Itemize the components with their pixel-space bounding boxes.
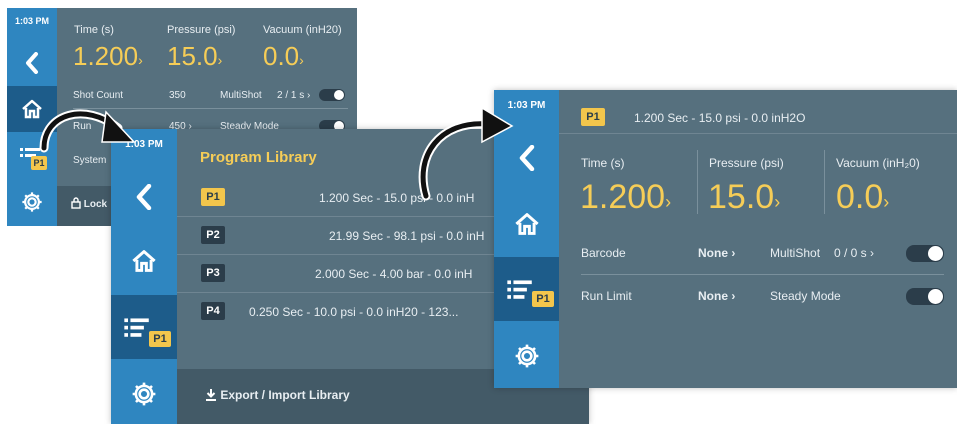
lock-button[interactable]: Lock	[71, 197, 107, 210]
program-tag: P3	[201, 264, 225, 282]
back-arrow-icon	[519, 145, 534, 171]
program-summary: 21.99 Sec - 98.1 psi - 0.0 inH	[329, 229, 485, 243]
program-library-button[interactable]: P1	[494, 257, 559, 321]
pressure-value[interactable]: 15.0›	[167, 41, 222, 72]
time-header: Time (s)	[74, 24, 114, 36]
time-value[interactable]: 1.200›	[73, 41, 143, 72]
shot-count-value: 350	[169, 90, 186, 101]
flow-arrow-icon	[39, 109, 136, 153]
barcode-value[interactable]: None ›	[698, 246, 735, 260]
multishot-toggle[interactable]	[319, 89, 345, 101]
multishot-value[interactable]: 0 / 0 s ›	[834, 246, 874, 260]
run-limit-label: Run Limit	[581, 289, 632, 303]
steady-mode-toggle[interactable]	[906, 288, 944, 305]
vacuum-header: Vacuum (inH₂0)	[836, 156, 920, 170]
program-summary: 0.250 Sec - 10.0 psi - 0.0 inH20 - 123..…	[249, 305, 459, 319]
home-icon	[514, 213, 539, 235]
program-badge: P1	[149, 331, 171, 347]
settings-button[interactable]	[111, 369, 177, 419]
gear-icon	[132, 382, 156, 406]
home-icon	[132, 250, 156, 272]
gear-icon	[515, 344, 538, 368]
back-arrow-icon	[136, 184, 152, 210]
steady-mode-label: Steady Mode	[770, 289, 841, 303]
pressure-value[interactable]: 15.0›	[708, 178, 780, 217]
back-button[interactable]	[111, 169, 177, 225]
program-summary: 1.200 Sec - 15.0 psi - 0.0 inH2O	[634, 111, 806, 125]
pressure-header: Pressure (psi)	[709, 156, 784, 170]
time-header: Time (s)	[581, 156, 625, 170]
flow-arrow-icon	[418, 106, 514, 201]
home-button[interactable]	[111, 233, 177, 289]
program-tag: P1	[201, 188, 225, 206]
multishot-label: MultiShot	[220, 90, 262, 101]
program-library-button[interactable]: P1	[111, 295, 177, 359]
program-badge: P1	[532, 291, 554, 307]
back-button[interactable]	[7, 40, 57, 86]
program-tag: P2	[201, 226, 225, 244]
multishot-label: MultiShot	[770, 246, 821, 260]
gear-icon	[22, 192, 42, 212]
barcode-label: Barcode	[581, 246, 626, 260]
back-arrow-icon	[26, 52, 38, 74]
lock-icon	[71, 197, 81, 209]
settings-button[interactable]	[7, 182, 57, 222]
pressure-header: Pressure (psi)	[167, 24, 236, 36]
run-limit-value[interactable]: None ›	[698, 289, 735, 303]
program-summary: 2.000 Sec - 4.00 bar - 0.0 inH	[315, 267, 473, 281]
multishot-toggle[interactable]	[906, 245, 944, 262]
settings-button[interactable]	[494, 330, 559, 382]
vacuum-header: Vacuum (inH20)	[263, 24, 342, 36]
multishot-value[interactable]: 2 / 1 s ›	[277, 90, 310, 101]
vacuum-value[interactable]: 0.0›	[836, 178, 889, 217]
download-icon	[206, 389, 216, 401]
export-import-button[interactable]: Export / Import Library	[205, 388, 350, 402]
sidebar: 1:03 PM P1	[111, 129, 177, 424]
vacuum-value[interactable]: 0.0›	[263, 41, 304, 72]
program-tag: P1	[581, 108, 605, 126]
time-value[interactable]: 1.200›	[580, 178, 671, 217]
page-title: Program Library	[200, 149, 317, 166]
active-program-header[interactable]: P1 1.200 Sec - 15.0 psi - 0.0 inH2O	[559, 90, 957, 134]
clock: 1:03 PM	[14, 16, 49, 26]
main-screen: 1:03 PM P1 P1 1.200 Sec - 15.0 psi - 0.0…	[494, 90, 957, 388]
program-tag: P4	[201, 302, 225, 320]
